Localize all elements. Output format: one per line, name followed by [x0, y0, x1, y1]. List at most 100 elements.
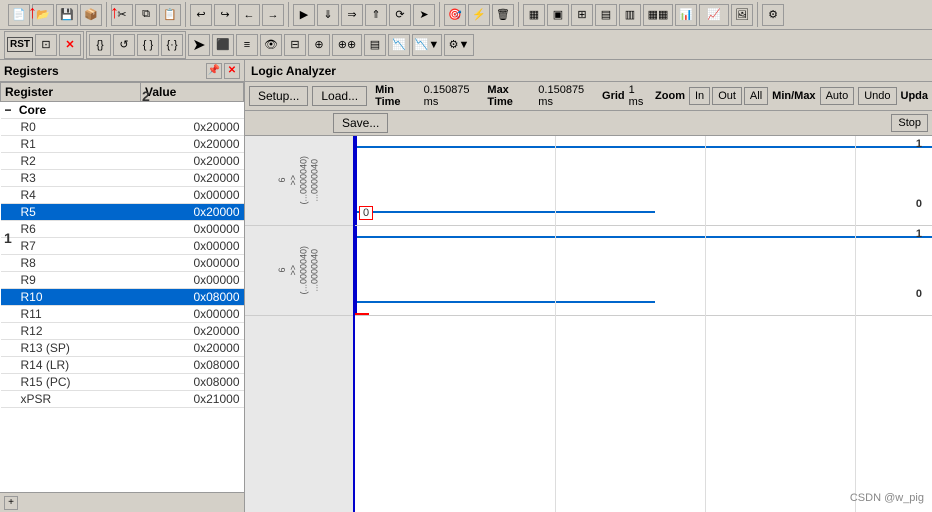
brace-open-button[interactable]: {}: [89, 34, 111, 56]
wave-val-2-low: 0: [916, 288, 922, 300]
waveform-display[interactable]: 1 0 0 1 0: [355, 136, 932, 512]
register-row[interactable]: R13 (SP) 0x20000: [1, 340, 244, 357]
reg-value: 0x08000: [141, 374, 244, 391]
layout4-button[interactable]: ▤: [595, 4, 617, 26]
layout5-button[interactable]: ▥: [619, 4, 641, 26]
registers-footer: +: [0, 492, 244, 512]
brace-loop-button[interactable]: ↺: [113, 34, 135, 56]
paste-button[interactable]: 📋: [159, 4, 181, 26]
arrow-right-button[interactable]: ➤: [413, 4, 435, 26]
register-row[interactable]: R4 0x00000: [1, 187, 244, 204]
wave-high-line-1: [355, 146, 932, 148]
settings2-button[interactable]: ⚙▼: [444, 34, 474, 56]
reg-value: 0x20000: [141, 204, 244, 221]
layout9-button[interactable]: 🖼: [731, 4, 753, 26]
register-row[interactable]: R8 0x00000: [1, 255, 244, 272]
layout8-button[interactable]: 📈: [699, 4, 729, 26]
register-row[interactable]: R7 0x00000: [1, 238, 244, 255]
rst-group: RST ⊡ ✕: [4, 31, 84, 59]
reg-value: 0x00000: [141, 221, 244, 238]
save-button[interactable]: 💾: [56, 4, 78, 26]
target-button[interactable]: 🎯: [444, 4, 466, 26]
register-row[interactable]: R12 0x20000: [1, 323, 244, 340]
reg-name: R13 (SP): [1, 340, 141, 357]
register-row[interactable]: R9 0x00000: [1, 272, 244, 289]
flash-button[interactable]: ⚡: [468, 4, 490, 26]
erase-button[interactable]: 🗑: [492, 4, 514, 26]
expand-button[interactable]: +: [4, 496, 18, 510]
register-row[interactable]: R3 0x20000: [1, 170, 244, 187]
register-row[interactable]: R0 0x20000: [1, 119, 244, 136]
trace4-button[interactable]: 📉: [388, 34, 410, 56]
arrow-right2-button[interactable]: ➤: [188, 34, 210, 56]
layout6-button[interactable]: ▦▦: [643, 4, 673, 26]
stop-button[interactable]: Stop: [891, 114, 928, 132]
trace3-button[interactable]: ▤: [364, 34, 386, 56]
register-row[interactable]: R11 0x00000: [1, 306, 244, 323]
jump-button[interactable]: ⟳: [389, 4, 411, 26]
close-panel-button[interactable]: ✕: [224, 63, 240, 79]
red-cursor-1: 0: [359, 206, 373, 220]
trace2-button[interactable]: ⊕⊕: [332, 34, 362, 56]
register-row[interactable]: R10 0x08000: [1, 289, 244, 306]
brace-empty-button[interactable]: { }: [137, 34, 159, 56]
forward-button[interactable]: →: [262, 4, 284, 26]
grid-value: 1 ms: [629, 84, 651, 108]
signal-label-1: 6>>(...0000040)...0000040: [245, 136, 353, 226]
layout7-button[interactable]: 📊: [675, 4, 697, 26]
collapse-core-icon[interactable]: −: [5, 103, 12, 117]
cut-button[interactable]: ✂: [111, 4, 133, 26]
back-button[interactable]: ←: [238, 4, 260, 26]
grid-line-2: [705, 136, 706, 512]
step-out-button[interactable]: ⇑: [365, 4, 387, 26]
reg-value: 0x20000: [141, 136, 244, 153]
zoom-all-button[interactable]: All: [744, 87, 768, 105]
trace1-button[interactable]: ⊕: [308, 34, 330, 56]
new-button[interactable]: 📄: [8, 4, 30, 26]
reg-name: R4: [1, 187, 141, 204]
undo-button[interactable]: ↩: [190, 4, 212, 26]
register-row[interactable]: R5 0x20000: [1, 204, 244, 221]
register-row[interactable]: R15 (PC) 0x08000: [1, 374, 244, 391]
register-row[interactable]: xPSR 0x21000: [1, 391, 244, 408]
layout3-button[interactable]: ⊞: [571, 4, 593, 26]
redo-button[interactable]: ↪: [214, 4, 236, 26]
step-into-button[interactable]: ⇓: [317, 4, 339, 26]
pin-button[interactable]: 📌: [206, 63, 222, 79]
logic-toolbar-row1: Setup... Load... Min Time 0.150875 ms Ma…: [245, 82, 932, 111]
watermark: CSDN @w_pig: [850, 492, 924, 504]
terminal-button[interactable]: ⬛: [212, 34, 234, 56]
trace5-button[interactable]: 📉▼: [412, 34, 442, 56]
register-row[interactable]: R14 (LR) 0x08000: [1, 357, 244, 374]
zoom-label: Zoom: [655, 90, 685, 102]
registers-scroll[interactable]: Register Value − Core R0 0x20000 R1 0x20…: [0, 82, 244, 492]
auto-button[interactable]: Auto: [820, 87, 855, 105]
layout2-button[interactable]: ▣: [547, 4, 569, 26]
step-over-button[interactable]: ⇒: [341, 4, 363, 26]
debug-group: ▶ ⇓ ⇒ ⇑ ⟳ ➤: [289, 2, 440, 27]
brace-curly-button[interactable]: {·}: [161, 34, 183, 56]
run-button[interactable]: ▶: [293, 4, 315, 26]
layout1-button[interactable]: ▦: [523, 4, 545, 26]
reg-window-button[interactable]: ⊡: [35, 34, 57, 56]
stack-button[interactable]: ⊟: [284, 34, 306, 56]
undo-button[interactable]: Undo: [858, 87, 896, 105]
register-row[interactable]: R6 0x00000: [1, 221, 244, 238]
close-red-button[interactable]: ✕: [59, 34, 81, 56]
zoom-in-button[interactable]: In: [689, 87, 710, 105]
settings-button[interactable]: ⚙: [762, 4, 784, 26]
watch-button[interactable]: 👁: [260, 34, 282, 56]
memmap-button[interactable]: ≡: [236, 34, 258, 56]
load-button[interactable]: Load...: [312, 86, 367, 106]
save-button[interactable]: Save...: [333, 113, 388, 133]
zoom-out-button[interactable]: Out: [712, 87, 742, 105]
open-button[interactable]: 📂: [32, 4, 54, 26]
register-row[interactable]: R2 0x20000: [1, 153, 244, 170]
reg-name: R6: [1, 221, 141, 238]
settings-group: ⚙: [758, 2, 788, 27]
setup-button[interactable]: Setup...: [249, 86, 308, 106]
registers-panel: Registers 📌 ✕ 1 2 Register Value − Core: [0, 60, 245, 512]
register-row[interactable]: R1 0x20000: [1, 136, 244, 153]
copy-button[interactable]: ⧉: [135, 4, 157, 26]
project-button[interactable]: 📦: [80, 4, 102, 26]
